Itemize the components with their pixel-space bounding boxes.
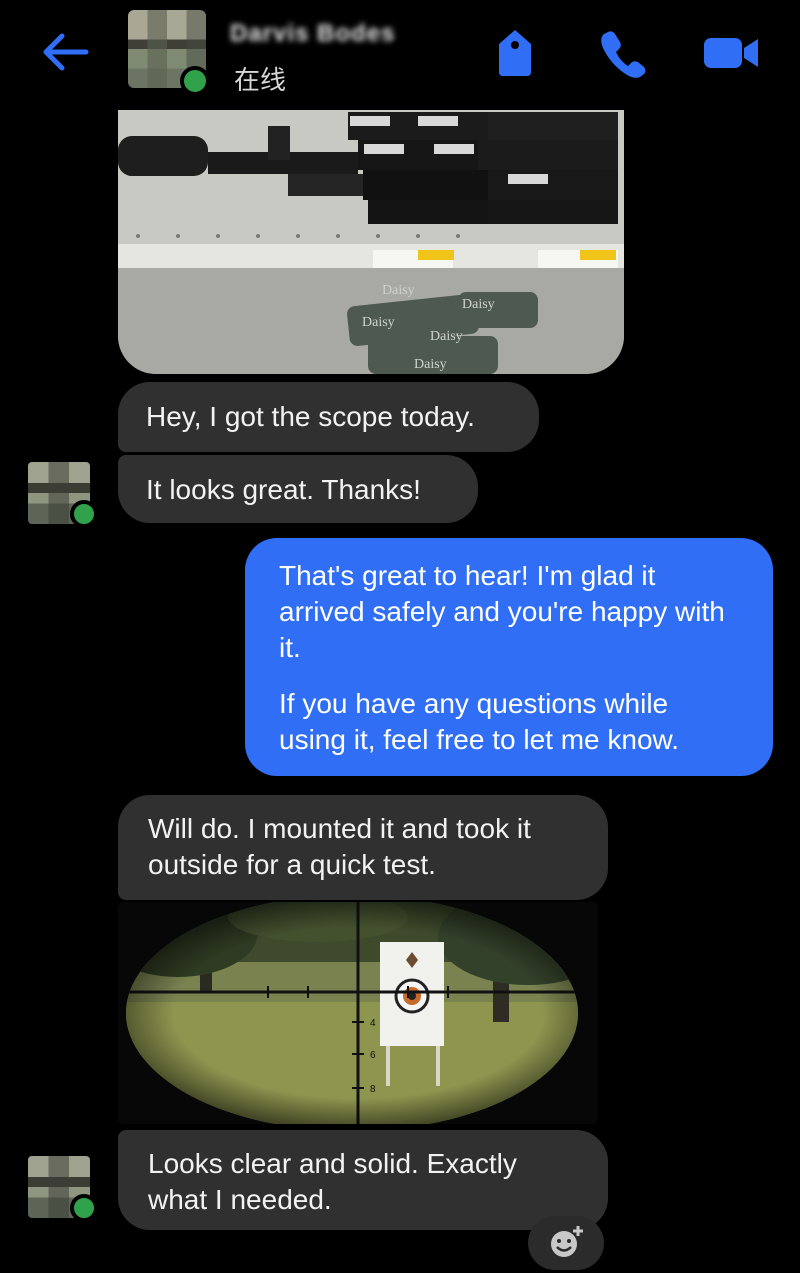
- message-bubble-incoming[interactable]: It looks great. Thanks!: [118, 455, 478, 523]
- scope-view-photo[interactable]: 4 6 8: [118, 902, 598, 1124]
- online-indicator: [180, 66, 210, 96]
- back-arrow-icon[interactable]: [40, 30, 90, 74]
- message-paragraph: That's great to hear! I'm glad it arrive…: [279, 560, 725, 663]
- online-indicator: [70, 1194, 98, 1222]
- shelf-photo-drawing: Daisy Daisy Daisy Daisy Daisy: [118, 104, 624, 374]
- add-reaction-button[interactable]: [528, 1216, 604, 1270]
- message-text: It looks great. Thanks!: [146, 474, 421, 505]
- shelf-label: Daisy: [414, 357, 447, 372]
- tag-icon[interactable]: [493, 28, 537, 78]
- message-bubble-incoming[interactable]: Hey, I got the scope today.: [118, 382, 539, 452]
- message-bubble-incoming[interactable]: Looks clear and solid. Exactly what I ne…: [118, 1130, 608, 1230]
- message-bubble-outgoing[interactable]: That's great to hear! I'm glad it arrive…: [245, 538, 773, 776]
- shelf-label: Daisy: [362, 315, 395, 330]
- message-text: Will do. I mounted it and took it outsid…: [148, 813, 531, 880]
- shelf-photo[interactable]: Daisy Daisy Daisy Daisy Daisy: [118, 104, 624, 374]
- online-indicator: [70, 500, 98, 528]
- message-paragraph: If you have any questions while using it…: [279, 688, 679, 755]
- shelf-label: Daisy: [430, 329, 463, 344]
- phone-icon[interactable]: [598, 28, 646, 78]
- contact-name[interactable]: Darvis Bodes: [230, 20, 395, 48]
- online-status-text: 在线: [234, 65, 287, 95]
- video-camera-icon[interactable]: [702, 28, 760, 78]
- shelf-label: Daisy: [462, 297, 495, 312]
- message-text: Looks clear and solid. Exactly what I ne…: [148, 1148, 517, 1215]
- chat-header: Darvis Bodes 在线: [0, 0, 800, 110]
- message-text: Hey, I got the scope today.: [146, 401, 475, 432]
- message-bubble-incoming[interactable]: Will do. I mounted it and took it outsid…: [118, 795, 608, 900]
- scope-view-drawing: 4 6 8: [118, 902, 598, 1124]
- add-reaction-icon: [551, 1226, 583, 1257]
- shelf-label: Daisy: [382, 283, 415, 298]
